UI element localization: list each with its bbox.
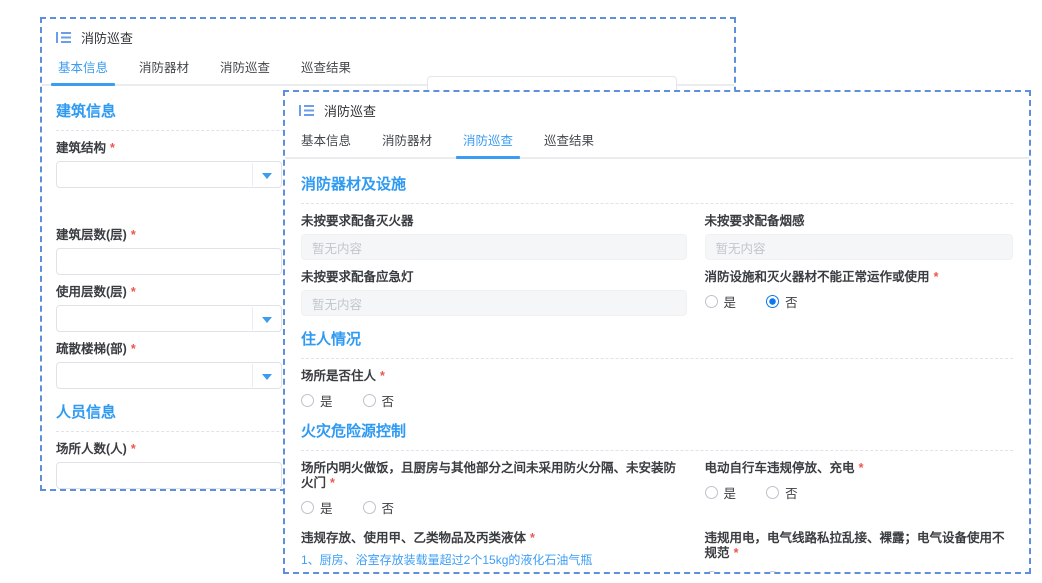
ebike-radio-group: 是 否 xyxy=(705,485,1013,500)
required-asterisk: * xyxy=(110,141,115,155)
radio-icon xyxy=(705,486,718,499)
required-asterisk: * xyxy=(131,285,136,299)
building-floors-input[interactable] xyxy=(56,248,282,275)
tab-fire-equipment[interactable]: 消防器材 xyxy=(137,57,191,84)
smoke-sensor-disabled-input: 暂无内容 xyxy=(705,234,1013,260)
field-label-smoke-sensor: 未按要求配备烟感 xyxy=(705,214,1013,229)
facility-radio-no[interactable]: 否 xyxy=(766,292,798,311)
field-label-ebike-parking: 电动自行车违规停放、充电* xyxy=(705,461,1013,476)
collapse-menu-icon[interactable] xyxy=(56,31,72,44)
section-title-hazard: 火灾危险源控制 xyxy=(301,408,1013,451)
field-label-occupancy: 场所是否住人* xyxy=(301,369,1013,384)
tab-basic-info[interactable]: 基本信息 xyxy=(299,130,353,157)
field-label-illegal-storage: 违规存放、使用甲、乙类物品及丙类液体* xyxy=(301,531,687,546)
section-title-occupancy: 住人情况 xyxy=(301,316,1013,359)
collapse-menu-icon[interactable] xyxy=(299,104,315,117)
storage-violation-link[interactable]: 1、厨房、浴室存放装载量超过2个15kg的液化石油气瓶 xyxy=(301,553,687,567)
field-label-open-flame-cooking: 场所内明火做饭，且厨房与其他部分之间未采用防火分隔、未安装防火门* xyxy=(301,461,687,491)
chevron-down-icon xyxy=(262,317,272,323)
radio-icon xyxy=(705,571,718,574)
ebike-radio-no[interactable]: 否 xyxy=(766,483,798,502)
field-emergency-lamp: 未按要求配备应急灯 暂无内容 xyxy=(301,260,687,316)
required-asterisk: * xyxy=(330,476,335,490)
radio-icon xyxy=(301,501,314,514)
radio-checked-icon xyxy=(766,295,779,308)
window-fire-patrol: 消防巡查 基本信息 消防器材 消防巡查 巡查结果 消防器材及设施 未按要求配备灭… xyxy=(283,90,1031,574)
emergency-lamp-disabled-input: 暂无内容 xyxy=(301,290,687,316)
electricity-radio-group: 是 否 xyxy=(705,570,1013,574)
ebike-radio-yes[interactable]: 是 xyxy=(705,483,737,502)
required-asterisk: * xyxy=(734,546,739,560)
radio-icon xyxy=(363,394,376,407)
window-header: 消防巡查 xyxy=(42,19,734,47)
radio-icon xyxy=(705,295,718,308)
fire-patrol-form: 消防器材及设施 未按要求配备灭火器 暂无内容 未按要求配备烟感 暂无内容 未按要… xyxy=(285,159,1029,574)
electricity-radio-no[interactable]: 否 xyxy=(766,568,798,574)
building-structure-select[interactable] xyxy=(56,161,282,188)
tab-bar: 基本信息 消防器材 消防巡查 巡查结果 xyxy=(285,130,1029,159)
required-asterisk: * xyxy=(859,461,864,475)
radio-icon xyxy=(766,571,779,574)
field-label-extinguisher: 未按要求配备灭火器 xyxy=(301,214,687,229)
tab-patrol-result[interactable]: 巡查结果 xyxy=(299,57,353,84)
page-title: 消防巡查 xyxy=(324,101,376,120)
field-illegal-storage: 违规存放、使用甲、乙类物品及丙类液体* 1、厨房、浴室存放装载量超过2个15kg… xyxy=(301,515,687,567)
occupancy-radio-no[interactable]: 否 xyxy=(363,391,395,410)
chevron-down-icon xyxy=(262,173,272,179)
cooking-radio-group: 是 否 xyxy=(301,500,687,515)
facility-radio-group: 是 否 xyxy=(705,294,1013,309)
tab-fire-equipment[interactable]: 消防器材 xyxy=(380,130,434,157)
radio-icon xyxy=(301,394,314,407)
window-header: 消防巡查 xyxy=(285,92,1029,120)
occupancy-radio-yes[interactable]: 是 xyxy=(301,391,333,410)
required-asterisk: * xyxy=(530,531,535,545)
field-smoke-sensor: 未按要求配备烟感 暂无内容 xyxy=(705,204,1013,260)
electricity-radio-yes[interactable]: 是 xyxy=(705,568,737,574)
occupancy-radio-group: 是 否 xyxy=(301,393,1013,408)
section-title-equipment: 消防器材及设施 xyxy=(301,159,1013,204)
required-asterisk: * xyxy=(131,442,136,456)
required-asterisk: * xyxy=(131,342,136,356)
tab-fire-patrol[interactable]: 消防巡查 xyxy=(461,130,515,157)
required-asterisk: * xyxy=(934,270,939,284)
extinguisher-disabled-input: 暂无内容 xyxy=(301,234,687,260)
chevron-down-icon xyxy=(262,374,272,380)
radio-icon xyxy=(766,486,779,499)
page-title: 消防巡查 xyxy=(81,28,133,47)
required-asterisk: * xyxy=(131,228,136,242)
tab-fire-patrol[interactable]: 消防巡查 xyxy=(218,57,272,84)
tab-basic-info[interactable]: 基本信息 xyxy=(56,57,110,84)
facility-radio-yes[interactable]: 是 xyxy=(705,292,737,311)
people-count-input[interactable] xyxy=(56,462,282,489)
tab-patrol-result[interactable]: 巡查结果 xyxy=(542,130,596,157)
field-open-flame-cooking: 场所内明火做饭，且厨房与其他部分之间未采用防火分隔、未安装防火门* 是 否 xyxy=(301,451,687,515)
field-label-illegal-electricity: 违规用电，电气线路私拉乱接、裸露；电气设备使用不规范* xyxy=(705,531,1013,561)
used-floors-select[interactable] xyxy=(56,305,282,332)
evacuation-stairs-select[interactable] xyxy=(56,362,282,389)
field-facility-working: 消防设施和灭火器材不能正常运作或使用* 是 否 xyxy=(705,260,1013,309)
field-extinguisher: 未按要求配备灭火器 暂无内容 xyxy=(301,204,687,260)
field-ebike-parking: 电动自行车违规停放、充电* 是 否 xyxy=(705,451,1013,500)
required-asterisk: * xyxy=(380,369,385,383)
field-label-emergency-lamp: 未按要求配备应急灯 xyxy=(301,270,687,285)
radio-icon xyxy=(363,501,376,514)
page: 消防巡查 基本信息 消防器材 消防巡查 巡查结果 建筑信息 建筑结构* 建筑层数… xyxy=(0,0,1042,583)
field-illegal-electricity: 违规用电，电气线路私拉乱接、裸露；电气设备使用不规范* 是 否 xyxy=(705,515,1013,574)
field-label-facility-working: 消防设施和灭火器材不能正常运作或使用* xyxy=(705,270,1013,285)
